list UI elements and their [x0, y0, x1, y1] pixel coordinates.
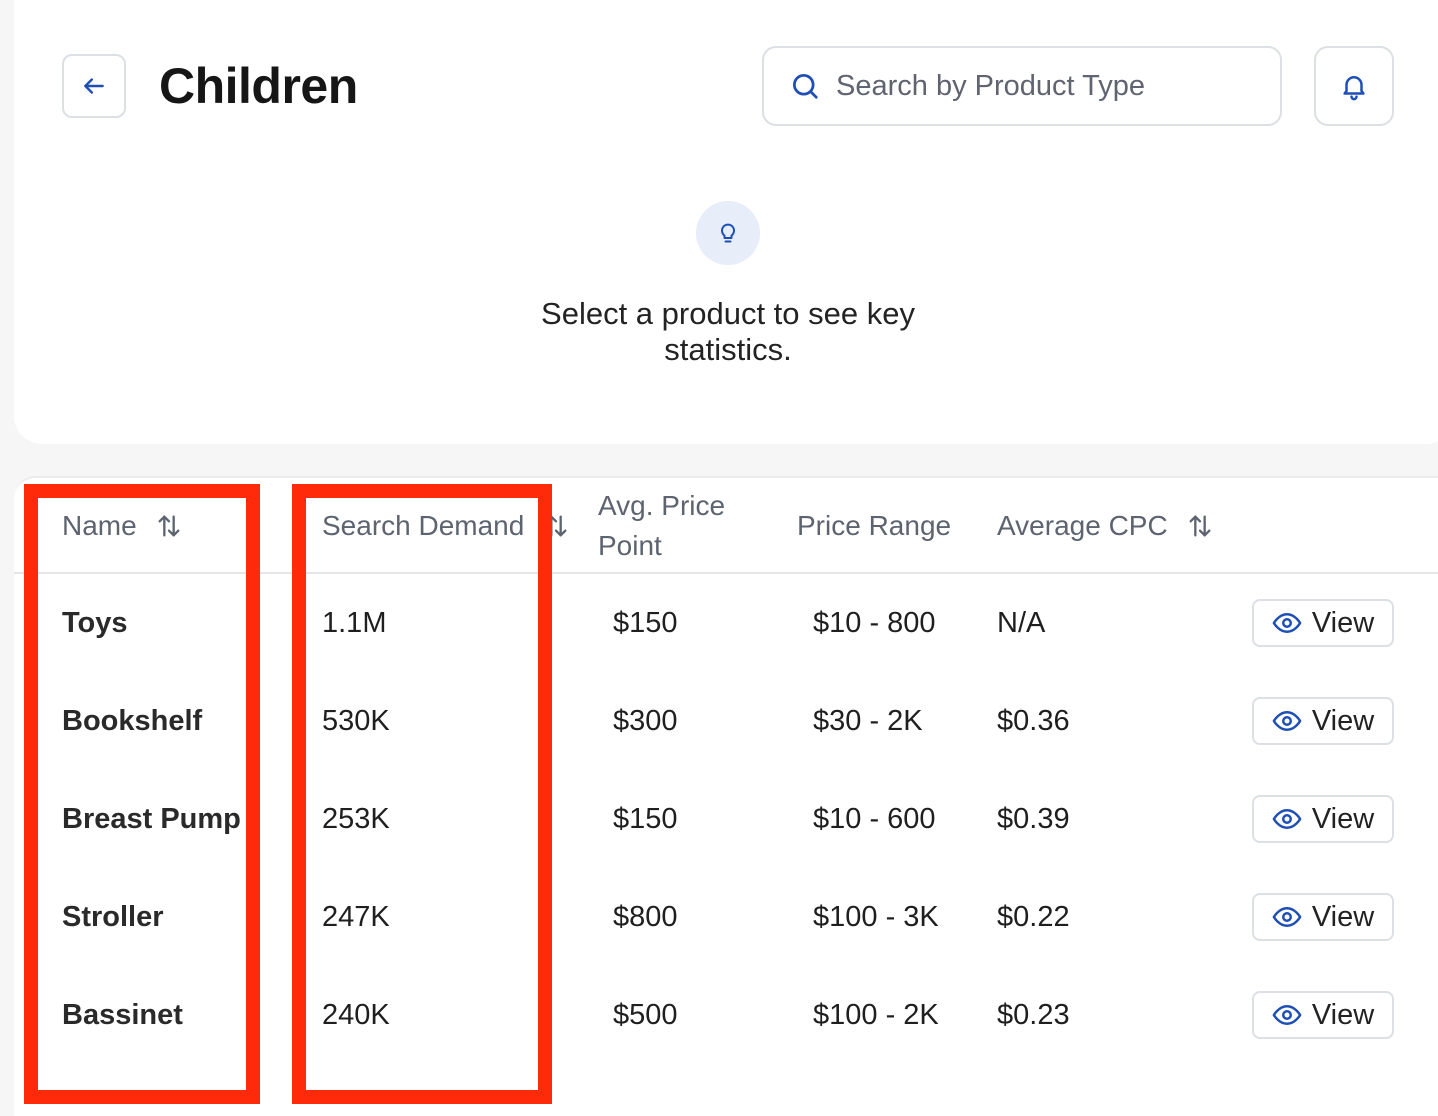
table-header: Name Search Demand Avg. Price Point Pric…	[14, 478, 1438, 574]
cell-search-demand: 247K	[322, 900, 390, 933]
table-row[interactable]: Breast Pump 253K $150 $10 - 600 $0.39 View	[14, 770, 1438, 868]
arrow-left-icon	[84, 78, 104, 94]
lightbulb-icon	[721, 223, 735, 243]
view-button-label: View	[1311, 704, 1375, 737]
page-title: Children	[159, 58, 358, 114]
table-row[interactable]: Stroller 247K $800 $100 - 3K $0.22 View	[14, 868, 1438, 966]
sort-icon[interactable]	[1186, 512, 1214, 540]
view-button[interactable]: View	[1252, 599, 1394, 647]
eye-icon	[1272, 907, 1302, 927]
cell-average-cpc: $0.22	[997, 900, 1070, 933]
view-button[interactable]: View	[1252, 893, 1394, 941]
column-label: Search Demand	[322, 510, 525, 541]
eye-icon	[1272, 613, 1302, 633]
column-header-avg-price-point: Avg. Price Point	[598, 486, 758, 566]
table-row[interactable]: Toys 1.1M $150 $10 - 800 N/A View	[14, 574, 1438, 672]
cell-avg-price: $300	[613, 704, 678, 737]
cell-price-range: $10 - 600	[813, 802, 936, 835]
cell-name: Bassinet	[62, 998, 183, 1031]
cell-search-demand: 1.1M	[322, 606, 387, 639]
column-header-search-demand: Search Demand	[322, 506, 570, 546]
cell-price-range: $100 - 2K	[813, 998, 939, 1031]
cell-price-range: $100 - 3K	[813, 900, 939, 933]
cell-name: Breast Pump	[62, 802, 241, 835]
view-button-label: View	[1311, 998, 1375, 1031]
eye-icon	[1272, 711, 1302, 731]
cell-name: Bookshelf	[62, 704, 203, 737]
cell-average-cpc: $0.23	[997, 998, 1070, 1031]
cell-name: Toys	[62, 606, 128, 639]
search-box[interactable]	[762, 46, 1282, 126]
view-button[interactable]: View	[1252, 991, 1394, 1039]
lightbulb-badge	[696, 201, 760, 265]
cell-search-demand: 253K	[322, 802, 390, 835]
eye-icon	[1272, 809, 1302, 829]
table-row[interactable]: Bassinet 240K $500 $100 - 2K $0.23 View	[14, 966, 1438, 1064]
view-button-label: View	[1311, 900, 1375, 933]
cell-average-cpc: N/A	[997, 606, 1046, 639]
product-table: Name Search Demand Avg. Price Point Pric…	[14, 476, 1438, 1116]
table-row[interactable]: Bookshelf 530K $300 $30 - 2K $0.36 View	[14, 672, 1438, 770]
view-button[interactable]: View	[1252, 795, 1394, 843]
cell-price-range: $10 - 800	[813, 606, 936, 639]
cell-search-demand: 240K	[322, 998, 390, 1031]
column-label: Price Range	[797, 510, 952, 541]
cell-avg-price: $150	[613, 802, 678, 835]
column-label: Average CPC	[997, 510, 1168, 541]
bell-icon	[1343, 76, 1365, 101]
view-button-label: View	[1311, 802, 1375, 835]
cell-avg-price: $150	[613, 606, 678, 639]
view-button[interactable]: View	[1252, 697, 1394, 745]
cell-name: Stroller	[62, 900, 164, 933]
cell-search-demand: 530K	[322, 704, 390, 737]
search-input[interactable]	[836, 69, 1256, 103]
back-button[interactable]	[62, 54, 126, 118]
cell-average-cpc: $0.39	[997, 802, 1070, 835]
column-header-average-cpc: Average CPC	[997, 506, 1214, 546]
sort-icon[interactable]	[542, 512, 570, 540]
sort-icon[interactable]	[155, 512, 183, 540]
column-header-name: Name	[62, 506, 183, 546]
cell-avg-price: $500	[613, 998, 678, 1031]
search-icon	[793, 74, 818, 99]
cell-avg-price: $800	[613, 900, 678, 933]
view-button-label: View	[1311, 606, 1375, 639]
notifications-button[interactable]	[1314, 46, 1394, 126]
column-header-price-range: Price Range	[797, 506, 951, 546]
cell-average-cpc: $0.36	[997, 704, 1070, 737]
empty-state-message: Select a product to see key statistics.	[541, 296, 915, 367]
eye-icon	[1272, 1005, 1302, 1025]
cell-price-range: $30 - 2K	[813, 704, 923, 737]
column-label: Avg. Price Point	[598, 490, 726, 561]
column-label: Name	[62, 510, 137, 541]
